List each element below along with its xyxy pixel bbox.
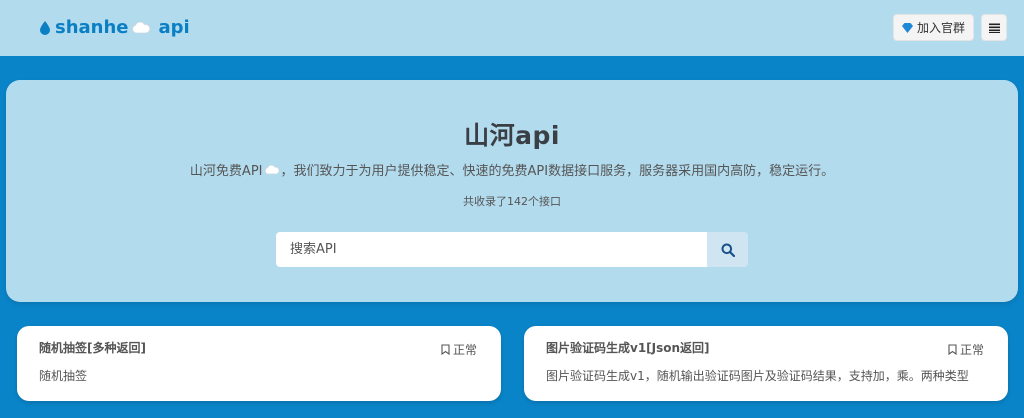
water-drop-icon — [40, 21, 50, 35]
api-card-description: 随机抽签 — [39, 369, 88, 383]
api-card-title: 随机抽签[多种返回] — [39, 341, 146, 355]
menu-button[interactable] — [981, 14, 1007, 41]
logo-text-api: api — [158, 17, 190, 38]
hero-panel: 山河api 山河免费API ，我们致力于为用户提供稳定、快速的免费API数据接口… — [6, 80, 1018, 302]
logo-text-shanhe: shanhe — [55, 17, 129, 38]
search-input[interactable] — [276, 232, 707, 267]
hero-description-end: ，我们致力于为用户提供稳定、快速的免费API数据接口服务，服务器采用国内高防，稳… — [280, 164, 835, 179]
search-icon — [721, 243, 735, 257]
bookmark-icon — [441, 344, 450, 355]
hamburger-icon — [988, 23, 1000, 33]
api-card[interactable]: 图片验证码生成v1[Json返回] 正常 图片验证码生成v1，随机输出验证码图片… — [524, 326, 1008, 401]
status-badge: 正常 — [948, 341, 984, 358]
top-navbar: shanhe api 加入官群 — [0, 0, 1024, 56]
hero-description: 山河免费API ，我们致力于为用户提供稳定、快速的免费API数据接口服务，服务器… — [6, 160, 1018, 179]
join-group-label: 加入官群 — [916, 21, 965, 35]
page-title: 山河api — [464, 121, 560, 150]
search-bar — [276, 232, 748, 267]
cloud-icon — [131, 22, 150, 34]
api-card-title: 图片验证码生成v1[Json返回] — [546, 341, 710, 355]
bookmark-icon — [948, 344, 957, 355]
status-badge: 正常 — [441, 341, 477, 358]
diamond-icon — [901, 22, 913, 33]
api-card[interactable]: 随机抽签[多种返回] 正常 随机抽签 — [17, 326, 501, 401]
cloud-icon — [264, 164, 279, 174]
hero-description-start: 山河免费API — [189, 164, 263, 179]
status-label: 正常 — [452, 343, 477, 357]
site-logo[interactable]: shanhe api — [40, 17, 190, 39]
status-label: 正常 — [959, 343, 984, 357]
join-group-button[interactable]: 加入官群 — [893, 14, 974, 41]
api-card-description: 图片验证码生成v1，随机输出验证码图片及验证码结果，支持加，乘。两种类型 — [546, 369, 969, 383]
search-button[interactable] — [707, 232, 748, 267]
api-count: 共收录了142个接口 — [463, 195, 561, 208]
